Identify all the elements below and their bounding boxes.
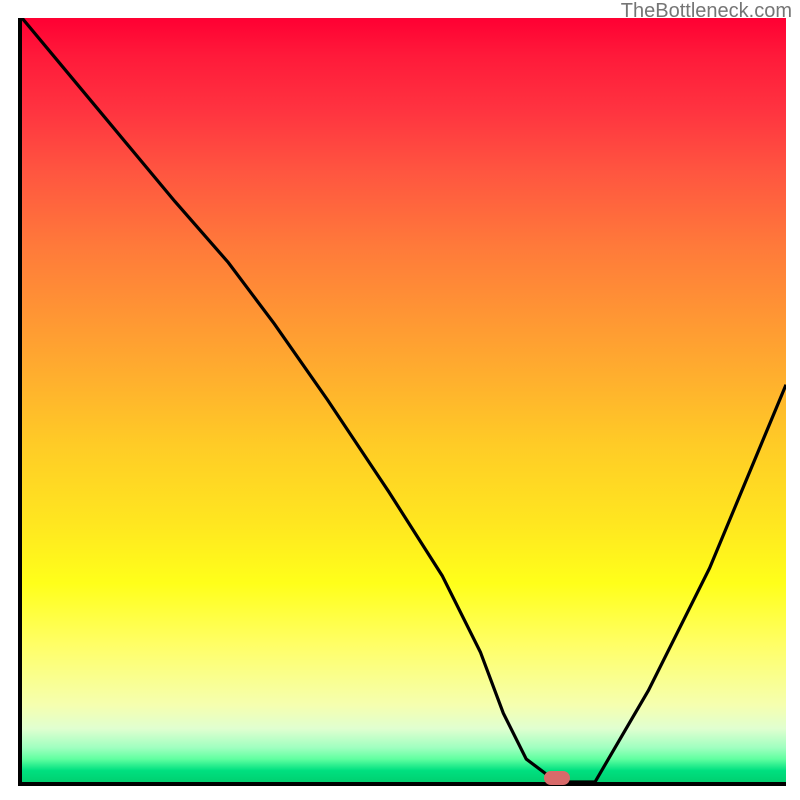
optimal-marker-icon (544, 771, 570, 785)
gradient-background (22, 18, 786, 782)
chart-container: TheBottleneck.com (0, 0, 800, 800)
plot-area (18, 18, 786, 786)
watermark-text: TheBottleneck.com (621, 0, 792, 23)
